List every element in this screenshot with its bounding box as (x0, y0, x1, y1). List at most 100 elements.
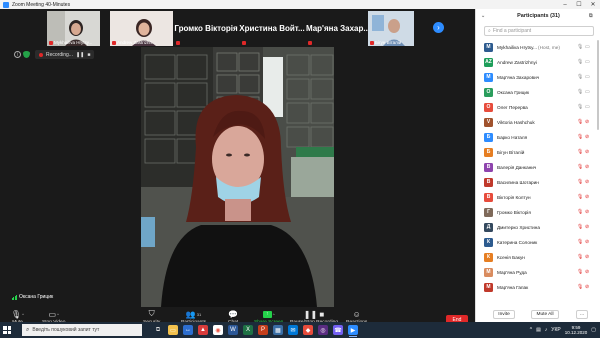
participant-name: Оксана Грицик (497, 89, 530, 95)
minimize-icon[interactable]: – (558, 0, 572, 9)
microphone-icon[interactable]: 🎙 (577, 59, 583, 65)
task-view-icon[interactable]: ⧉ (153, 325, 163, 335)
participant-row[interactable]: К Катерина Солоник 🎙 ⊘ (476, 235, 600, 249)
microphone-muted-icon[interactable]: 🎙 (577, 224, 583, 230)
shield-icon[interactable] (23, 51, 30, 58)
microphone-muted-icon[interactable]: 🎙 (577, 149, 583, 155)
system-tray: ^ ▤ ♪ УКР 9:59 10.12.2020 ▢ (530, 322, 596, 338)
participant-list: M Mykhailiva Hrytsy...(Host, me) 🎙 ▭ AZ Andre… (476, 40, 600, 302)
teamviewer-icon[interactable]: ↔ (183, 325, 193, 335)
pause-recording-icon[interactable]: ❚❚ (76, 52, 84, 58)
panel-header: ⌄ Participants (31) ⧉ (476, 9, 600, 23)
microphone-muted-icon[interactable]: 🎙 (577, 209, 583, 215)
app-icon[interactable]: ✉ (288, 325, 298, 335)
microphone-muted-icon[interactable]: 🎙 (577, 119, 583, 125)
notifications-icon[interactable]: ▢ (591, 327, 596, 333)
app-icon[interactable]: ▦ (273, 325, 283, 335)
microphone-muted-icon[interactable]: 🎙 (577, 134, 583, 140)
participant-thumbnail[interactable]: Бігун Віталій (368, 11, 414, 46)
microphone-muted-icon[interactable]: 🎙 (577, 239, 583, 245)
participant-row[interactable]: O Оксана Грицик 🎙 ▭ (476, 85, 600, 99)
taskbar-search-input[interactable] (32, 327, 138, 333)
participant-row[interactable]: Д Дмитерко Христина 🎙 ⊘ (476, 220, 600, 234)
mute-all-button[interactable]: Mute All (531, 310, 559, 319)
participant-row[interactable]: V Viktoria Hashchuk 🎙 ⊘ (476, 115, 600, 129)
participant-row[interactable]: Б Барко Наталя 🎙 ⊘ (476, 130, 600, 144)
viber-icon[interactable]: ☎ (333, 325, 343, 335)
file-explorer-icon[interactable]: ▭ (168, 325, 178, 335)
app-icon[interactable]: ◆ (303, 325, 313, 335)
microphone-icon[interactable]: 🎙 (577, 44, 583, 50)
language-indicator[interactable]: УКР (551, 327, 560, 333)
microphone-muted-icon[interactable]: 🎙 (577, 269, 583, 275)
scrollbar[interactable] (597, 40, 599, 130)
participant-search-box[interactable]: ⌕ (484, 26, 594, 36)
close-icon[interactable]: ✕ (586, 0, 600, 9)
zoom-taskbar-icon[interactable]: ▶ (348, 325, 358, 337)
taskbar-search-box[interactable]: ⌕ (22, 324, 142, 336)
video-camera-icon: ▭ (585, 59, 590, 65)
invite-button[interactable]: Invite (493, 310, 515, 319)
video-camera-icon: ▭ (585, 104, 590, 110)
participant-thumbnail[interactable]: Mykhailiva Hrytsy... (47, 11, 100, 46)
microphone-muted-icon[interactable]: 🎙 (577, 194, 583, 200)
microphone-icon: 🎙 ^ (11, 309, 25, 319)
network-icon[interactable]: ▤ (536, 327, 541, 333)
chevron-up-icon[interactable]: ^ (530, 327, 532, 333)
participant-search-input[interactable] (492, 28, 588, 34)
app-icon[interactable]: ▲ (198, 325, 208, 335)
thumbnail-title: Громко Вікторія (174, 24, 238, 33)
windows-start-icon[interactable] (3, 326, 11, 334)
audio-level-icon (12, 294, 17, 300)
excel-icon[interactable]: X (243, 325, 253, 335)
avatar: Д (484, 222, 493, 232)
participant-thumbnail[interactable]: Христина Войт... (239, 11, 305, 46)
word-icon[interactable]: W (228, 325, 238, 335)
volume-icon[interactable]: ♪ (545, 327, 548, 333)
search-icon: ⌕ (488, 28, 491, 34)
microphone-muted-icon[interactable]: 🎙 (577, 164, 583, 170)
maximize-icon[interactable]: ☐ (572, 0, 586, 9)
participant-name: Валерія Данканич (497, 164, 537, 170)
windows-taskbar: ⌕ ⧉ ▭ ↔ ▲ ◉ W X P ▦ ✉ ◆ ◎ ☎ ▶ ^ ▤ ♪ УКР … (0, 322, 600, 338)
participant-row[interactable]: AZ Andrew Zastrizhnyi 🎙 ▭ (476, 55, 600, 69)
microphone-icon[interactable]: 🎙 (577, 74, 583, 80)
participant-thumbnail[interactable]: Мар'яна Захар... (306, 11, 370, 46)
chevron-down-icon[interactable]: ⌄ (481, 13, 485, 19)
host-tag: (Host, me) (538, 44, 560, 50)
participant-row[interactable]: B Валерія Данканич 🎙 ⊘ (476, 160, 600, 174)
microphone-icon[interactable]: 🎙 (577, 104, 583, 110)
active-speaker-video (141, 47, 334, 307)
participant-row[interactable]: Г Громко Вікторія 🎙 ⊘ (476, 205, 600, 219)
microphone-icon[interactable]: 🎙 (577, 89, 583, 95)
search-icon: ⌕ (26, 326, 30, 333)
next-page-button[interactable]: › (433, 22, 444, 33)
participant-row[interactable]: B Василина Шотарин 🎙 ⊘ (476, 175, 600, 189)
participant-row[interactable]: M Мар'яна Руда 🎙 ⊘ (476, 265, 600, 279)
participant-row[interactable]: B Вікторія Колтун 🎙 ⊘ (476, 190, 600, 204)
participant-row[interactable]: M Mykhailiva Hrytsy...(Host, me) 🎙 ▭ (476, 40, 600, 54)
popout-icon[interactable]: ⧉ (589, 13, 593, 19)
thumbnail-name: Andrew Zastrizhn... (112, 40, 156, 45)
participant-row[interactable]: O Олег Перерва 🎙 ▭ (476, 100, 600, 114)
more-options-button[interactable]: ... (576, 310, 588, 319)
microphone-muted-icon[interactable]: 🎙 (577, 179, 583, 185)
info-icon[interactable]: i (14, 51, 21, 58)
microphone-muted-icon[interactable]: 🎙 (577, 254, 583, 260)
stop-recording-icon[interactable]: ■ (87, 52, 90, 58)
app-icon[interactable]: ◎ (318, 325, 328, 335)
microphone-muted-icon[interactable]: 🎙 (577, 284, 583, 290)
participant-row[interactable]: Б Бігун Віталій 🎙 ⊘ (476, 145, 600, 159)
participant-thumbnail[interactable]: Громко Вікторія (174, 11, 238, 46)
powerpoint-icon[interactable]: P (258, 325, 268, 335)
participant-row[interactable]: К Ксенія Бакун 🎙 ⊘ (476, 250, 600, 264)
thumbnail-name: Mykhailiva Hrytsy... (49, 40, 92, 45)
clock[interactable]: 9:59 10.12.2020 (565, 325, 588, 335)
chat-bubble-icon: 💬 (228, 309, 239, 319)
chrome-icon[interactable]: ◉ (213, 325, 223, 335)
participant-thumbnail[interactable]: Andrew Zastrizhn... (110, 11, 173, 46)
muted-icon (49, 40, 53, 45)
participant-row[interactable]: M Мар'яна Захарович 🎙 ▭ (476, 70, 600, 84)
participant-name: Громко Вікторія (497, 209, 531, 215)
participant-row[interactable]: M Мар'яна Гапак 🎙 ⊘ (476, 280, 600, 294)
